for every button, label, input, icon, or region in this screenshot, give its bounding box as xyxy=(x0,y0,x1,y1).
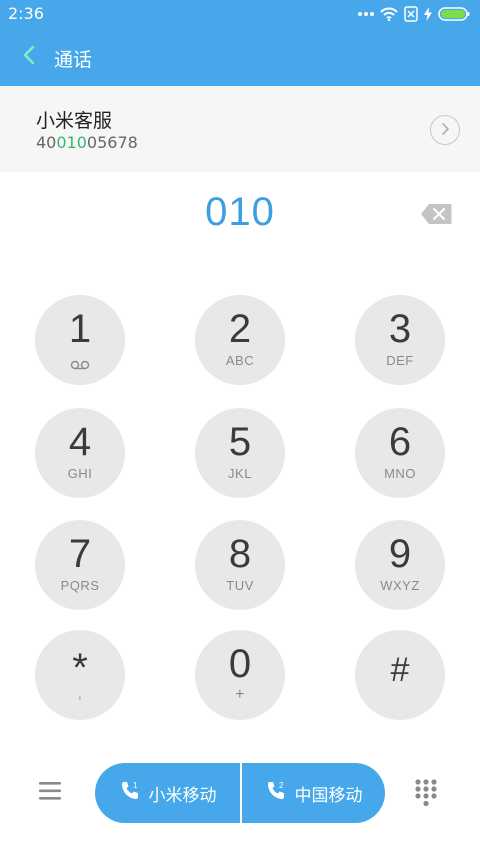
dialpad-toggle-button[interactable] xyxy=(414,778,440,810)
key-digit: 7 xyxy=(68,532,92,576)
status-icons xyxy=(358,5,470,23)
key-8[interactable]: 8 TUV xyxy=(195,520,285,610)
key-letters: DEF xyxy=(386,353,414,368)
key-digit: 6 xyxy=(388,420,412,464)
key-9[interactable]: 9 WXYZ xyxy=(355,520,445,610)
backspace-icon xyxy=(420,204,452,229)
app-header: 通话 xyxy=(0,28,480,86)
menu-button[interactable] xyxy=(38,780,68,806)
key-digit: 5 xyxy=(228,420,252,464)
number-match-highlight: 010 xyxy=(56,133,87,152)
more-dots-icon xyxy=(358,11,374,17)
key-letters: JKL xyxy=(228,466,252,481)
voicemail-icon xyxy=(70,355,90,374)
key-3[interactable]: 3 DEF xyxy=(355,295,445,385)
chevron-right-circle-icon xyxy=(440,121,450,140)
key-letters: , xyxy=(77,686,83,701)
phone-sim1-icon: 1 xyxy=(119,780,141,807)
status-bar: 2:36 xyxy=(0,0,480,28)
key-hash[interactable]: # xyxy=(355,630,445,720)
no-sim-icon xyxy=(404,6,418,22)
key-letters: GHI xyxy=(67,466,93,481)
battery-icon xyxy=(438,7,470,21)
contact-detail-button[interactable] xyxy=(430,115,460,145)
key-6[interactable]: 6 MNO xyxy=(355,408,445,498)
key-4[interactable]: 4 GHI xyxy=(35,408,125,498)
key-letters: MNO xyxy=(384,466,416,481)
page-title: 通话 xyxy=(54,49,93,71)
phone-sim2-icon: 2 xyxy=(265,780,287,807)
key-digit: * xyxy=(72,646,88,690)
contact-suggestion[interactable]: 小米客服 4001005678 xyxy=(0,86,480,172)
chevron-left-icon xyxy=(22,45,36,69)
key-digit: 8 xyxy=(228,532,252,576)
dialpad-grid-icon xyxy=(414,779,438,812)
key-7[interactable]: 7 PQRS xyxy=(35,520,125,610)
key-1[interactable]: 1 xyxy=(35,295,125,385)
key-5[interactable]: 5 JKL xyxy=(195,408,285,498)
call-sim1-button[interactable]: 1 小米移动 xyxy=(95,763,240,823)
call-sim1-label: 小米移动 xyxy=(148,785,217,806)
key-digit: 4 xyxy=(68,420,92,464)
call-sim2-label: 中国移动 xyxy=(294,785,363,806)
sim1-number: 1 xyxy=(133,781,138,790)
key-digit: # xyxy=(390,651,410,689)
key-digit: 9 xyxy=(388,532,412,576)
key-letters: PQRS xyxy=(60,578,100,593)
key-2[interactable]: 2 ABC xyxy=(195,295,285,385)
hamburger-menu-icon xyxy=(38,782,62,806)
charging-bolt-icon xyxy=(424,7,432,21)
key-digit: 1 xyxy=(68,307,92,351)
key-letters: + xyxy=(235,686,245,703)
dialed-number: 010 xyxy=(205,190,275,234)
contact-name: 小米客服 xyxy=(36,110,113,132)
key-digit: 3 xyxy=(388,307,412,351)
call-button-group: 1 小米移动 2 中国移动 xyxy=(95,763,385,823)
sim2-number: 2 xyxy=(279,781,284,790)
contact-number: 4001005678 xyxy=(36,133,138,152)
key-digit: 0 xyxy=(228,642,252,686)
key-star[interactable]: * , xyxy=(35,630,125,720)
key-letters: ABC xyxy=(225,353,255,368)
call-sim2-button[interactable]: 2 中国移动 xyxy=(240,763,385,823)
number-prefix: 40 xyxy=(36,133,57,152)
key-letters: TUV xyxy=(226,578,254,593)
status-time: 2:36 xyxy=(8,4,44,23)
backspace-button[interactable] xyxy=(420,203,452,225)
key-0[interactable]: 0 + xyxy=(195,630,285,720)
number-suffix: 05678 xyxy=(86,133,138,152)
key-letters: WXYZ xyxy=(380,578,420,593)
key-digit: 2 xyxy=(228,307,252,351)
wifi-icon xyxy=(380,7,398,21)
back-button[interactable] xyxy=(14,42,44,72)
